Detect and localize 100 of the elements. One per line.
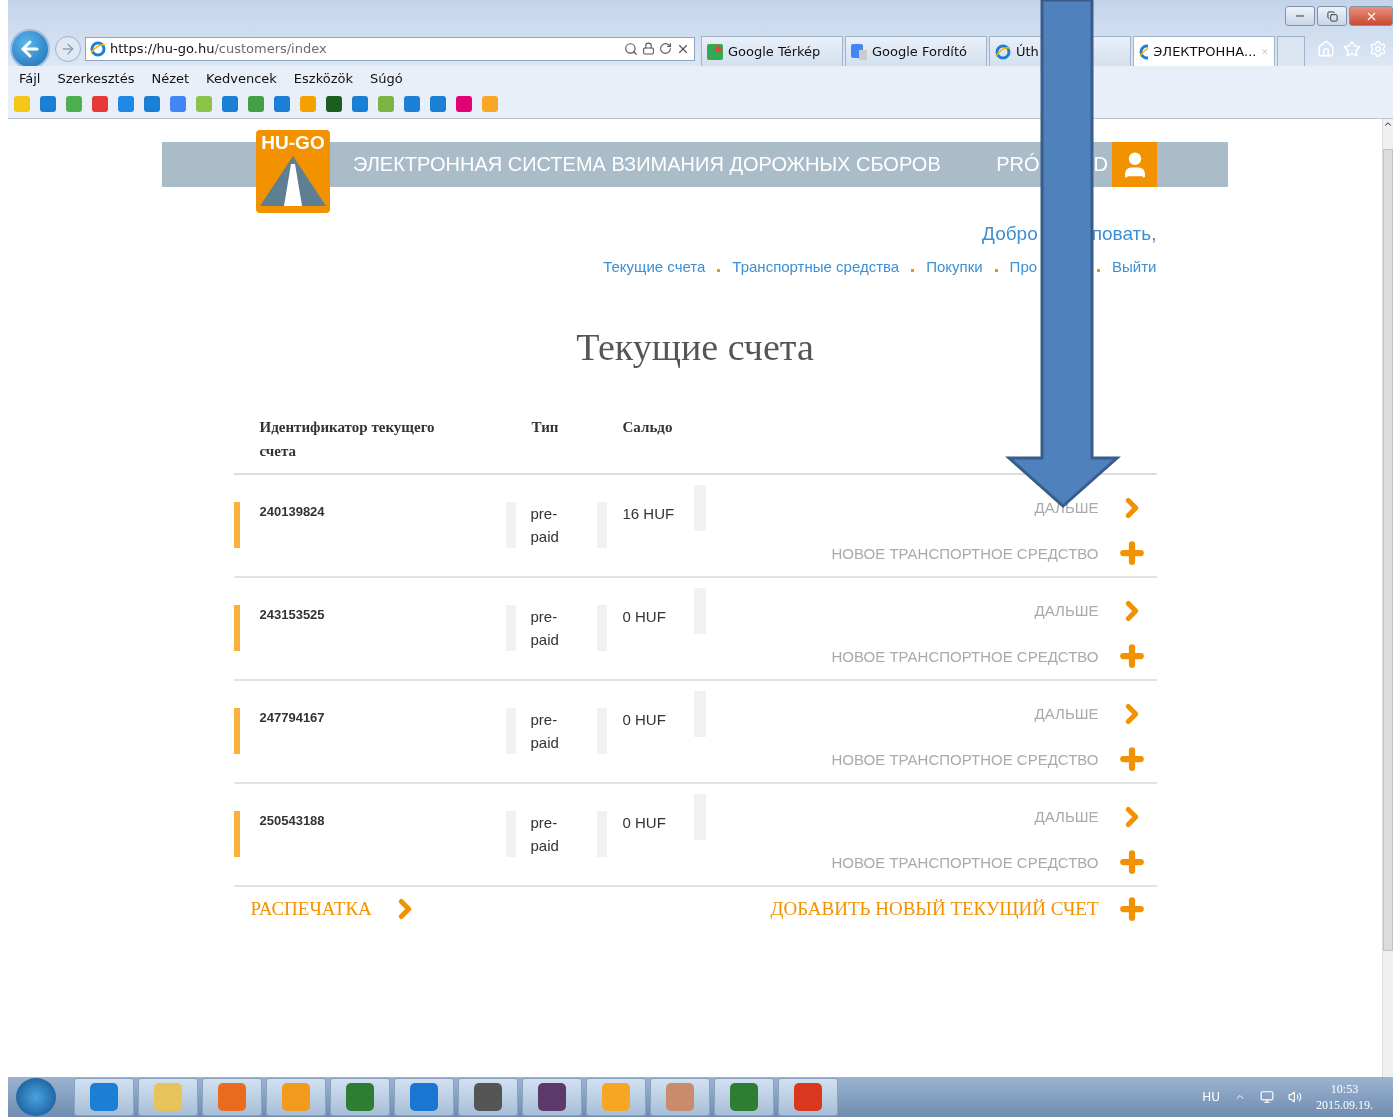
- account-id: 240139824: [259, 503, 326, 521]
- favorite-icon[interactable]: [222, 96, 238, 112]
- user-button[interactable]: [1112, 142, 1157, 187]
- lock-icon: [642, 42, 655, 55]
- language-indicator[interactable]: HU: [1202, 1090, 1220, 1104]
- favorite-icon[interactable]: [14, 96, 30, 112]
- add-vehicle-link[interactable]: НОВОЕ ТРАНСПОРТНОЕ СРЕДСТВО: [831, 530, 1147, 576]
- back-button[interactable]: [10, 28, 50, 69]
- favorite-icon[interactable]: [456, 96, 472, 112]
- taskbar-app-button[interactable]: [394, 1078, 454, 1116]
- nav-link[interactable]: Покупки: [926, 255, 983, 279]
- print-link[interactable]: РАСПЕЧАТКА: [250, 894, 420, 924]
- browser-tab[interactable]: Google Fordító: [845, 36, 987, 66]
- row-marker: [233, 605, 240, 651]
- welcome-text: Добро: [982, 222, 1038, 246]
- home-icon[interactable]: [1317, 39, 1335, 58]
- minimize-button[interactable]: [1285, 6, 1315, 26]
- favorite-icon[interactable]: [248, 96, 264, 112]
- scrollbar[interactable]: [1382, 119, 1393, 1077]
- account-type: pre-paid: [530, 813, 560, 856]
- favorite-icon[interactable]: [482, 96, 498, 112]
- address-bar[interactable]: https://hu-go.hu/customers/index: [85, 36, 695, 61]
- account-balance: 0 HUF: [622, 813, 667, 833]
- row-marker: [233, 502, 240, 548]
- menu-item[interactable]: Fájl: [19, 70, 41, 86]
- star-icon[interactable]: [1343, 39, 1361, 58]
- scroll-thumb[interactable]: [1383, 149, 1393, 951]
- taskbar-app-button[interactable]: [458, 1078, 518, 1116]
- add-vehicle-link[interactable]: НОВОЕ ТРАНСПОРТНОЕ СРЕДСТВО: [831, 839, 1147, 885]
- add-vehicle-link[interactable]: НОВОЕ ТРАНСПОРТНОЕ СРЕДСТВО: [831, 633, 1147, 679]
- start-button[interactable]: [16, 1078, 56, 1116]
- new-tab-button[interactable]: [1277, 36, 1305, 66]
- search-icon[interactable]: [624, 41, 638, 56]
- close-button[interactable]: [1349, 6, 1393, 26]
- add-vehicle-link[interactable]: НОВОЕ ТРАНСПОРТНОЕ СРЕДСТВО: [831, 736, 1147, 782]
- menu-item[interactable]: Kedvencek: [206, 70, 277, 86]
- browser-icon: [1139, 43, 1149, 60]
- favorite-icon[interactable]: [170, 96, 186, 112]
- next-link[interactable]: ДАЛЬШЕ: [1034, 691, 1147, 737]
- menu-item[interactable]: Eszközök: [293, 70, 353, 86]
- next-link[interactable]: ДАЛЬШЕ: [1034, 794, 1147, 840]
- row-marker: [233, 708, 240, 754]
- browser-tab[interactable]: Google Térkép: [701, 36, 843, 66]
- menu-item[interactable]: Súgó: [369, 70, 403, 86]
- page-title: Текущие счета: [575, 325, 815, 369]
- settings-icon[interactable]: [1369, 39, 1387, 58]
- favorite-icon[interactable]: [40, 96, 56, 112]
- account-balance: 0 HUF: [622, 710, 667, 730]
- refresh-icon[interactable]: [659, 42, 672, 55]
- scroll-up-icon[interactable]: [1383, 119, 1393, 129]
- favorite-icon[interactable]: [300, 96, 316, 112]
- account-balance: 0 HUF: [622, 607, 667, 627]
- profile-text[interactable]: D: [1093, 153, 1108, 176]
- taskbar-app-button[interactable]: [714, 1078, 774, 1116]
- taskbar-app-button[interactable]: [522, 1078, 582, 1116]
- column-header: Тип: [531, 418, 560, 437]
- favorite-icon[interactable]: [144, 96, 160, 112]
- nav-link[interactable]: Транспортные средства: [732, 255, 900, 279]
- volume-icon[interactable]: [1288, 1090, 1302, 1104]
- profile-text[interactable]: PRÓ: [996, 153, 1040, 176]
- next-link[interactable]: ДАЛЬШЕ: [1034, 588, 1147, 634]
- account-balance: 16 HUF: [622, 504, 676, 524]
- menu-item[interactable]: Szerkesztés: [57, 70, 135, 86]
- nav-link[interactable]: Выйти: [1112, 255, 1157, 279]
- browser-tab[interactable]: ЭЛЕКТРОННА...: [1133, 36, 1275, 66]
- column-header: Идентификатор текущего счета: [259, 418, 436, 461]
- forward-button[interactable]: [55, 35, 81, 62]
- column-header: Сальдо: [622, 418, 674, 437]
- taskbar-app-button[interactable]: [778, 1078, 838, 1116]
- favorite-icon[interactable]: [274, 96, 290, 112]
- restore-icon: [1326, 10, 1338, 22]
- favorite-icon[interactable]: [66, 96, 82, 112]
- favorite-icon[interactable]: [118, 96, 134, 112]
- road-icon: [258, 154, 328, 206]
- taskbar-app-button[interactable]: [74, 1078, 134, 1116]
- taskbar-app-button[interactable]: [330, 1078, 390, 1116]
- url-text: https://hu-go.hu/customers/index: [110, 41, 328, 56]
- account-id: 247794167: [259, 709, 326, 727]
- account-type: pre-paid: [530, 504, 560, 547]
- account-id: 243153525: [259, 606, 326, 624]
- site-title: ЭЛЕКТРОННАЯ СИСТЕМА ВЗИМАНИЯ ДОРОЖНЫХ СБОРОВ: [353, 153, 941, 176]
- favorite-icon[interactable]: [326, 96, 342, 112]
- menu-item[interactable]: Nézet: [151, 70, 190, 86]
- browser-icon: [995, 43, 1011, 60]
- clock[interactable]: 10:53 2015.09.19.: [1316, 1081, 1373, 1113]
- add-account-link[interactable]: ДОБАВИТЬ НОВЫЙ ТЕКУЩИЙ СЧЕТ: [770, 894, 1147, 924]
- nav-link[interactable]: Про: [1009, 255, 1038, 279]
- nav-link[interactable]: Текущие счета: [603, 255, 706, 279]
- favorite-icon[interactable]: [404, 96, 420, 112]
- account-id: 250543188: [259, 812, 326, 830]
- account-type: pre-paid: [530, 607, 560, 650]
- network-icon[interactable]: [1260, 1090, 1274, 1104]
- favorite-icon[interactable]: [352, 96, 368, 112]
- favorite-icon[interactable]: [430, 96, 446, 112]
- map-icon: [707, 43, 723, 60]
- favorite-icon[interactable]: [378, 96, 394, 112]
- restore-button[interactable]: [1317, 6, 1347, 26]
- favorite-icon[interactable]: [196, 96, 212, 112]
- row-marker: [233, 811, 240, 857]
- favorite-icon[interactable]: [92, 96, 108, 112]
